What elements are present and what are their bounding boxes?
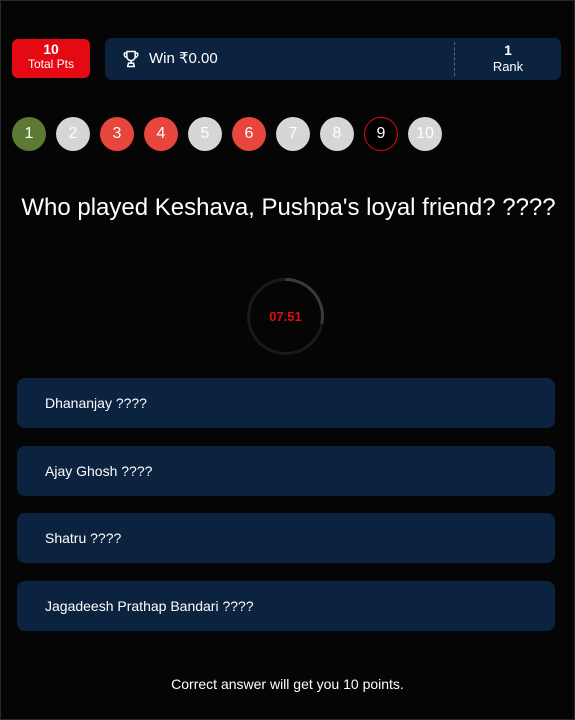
question-number-4: 4 — [144, 117, 178, 151]
total-points-value: 10 — [43, 41, 59, 57]
points-info-note: Correct answer will get you 10 points. — [171, 676, 404, 692]
trophy-icon — [123, 50, 139, 68]
question-number-2: 2 — [56, 117, 90, 151]
answer-option-2[interactable]: Ajay Ghosh ???? — [17, 446, 555, 496]
question-number-7: 7 — [276, 117, 310, 151]
question-number-8: 8 — [320, 117, 354, 151]
answer-option-3[interactable]: Shatru ???? — [17, 513, 555, 563]
question-number-6: 6 — [232, 117, 266, 151]
timer-value: 07.51 — [269, 309, 302, 324]
answer-option-4[interactable]: Jagadeesh Prathap Bandari ???? — [17, 581, 555, 631]
countdown-timer: 07.51 — [246, 277, 325, 356]
question-text: Who played Keshava, Pushpa's loyal frien… — [21, 194, 556, 221]
question-number-9: 9 — [364, 117, 398, 151]
answer-option-1[interactable]: Dhananjay ???? — [17, 378, 555, 428]
question-number-1: 1 — [12, 117, 46, 151]
question-number-5: 5 — [188, 117, 222, 151]
rank-display: 1 Rank — [455, 42, 561, 75]
win-rank-panel: Win ₹0.00 1 Rank — [105, 38, 561, 80]
total-points-badge: 10 Total Pts — [12, 39, 90, 78]
question-number-3: 3 — [100, 117, 134, 151]
rank-value: 1 — [504, 42, 512, 58]
rank-label: Rank — [492, 59, 524, 74]
question-number-10: 10 — [408, 117, 442, 151]
total-points-label: Total Pts — [27, 57, 75, 71]
quiz-screen: 10 Total Pts Win ₹0.00 1 Rank 1234567891… — [0, 0, 575, 720]
win-amount: Win ₹0.00 — [149, 50, 218, 67]
